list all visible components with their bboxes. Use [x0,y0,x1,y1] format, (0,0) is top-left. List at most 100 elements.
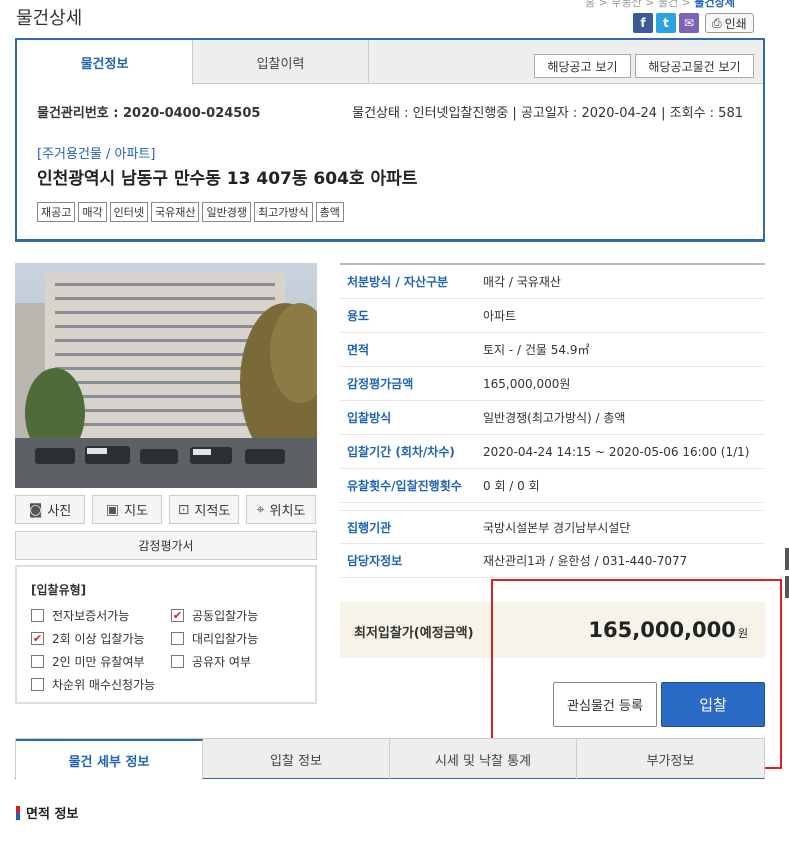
item-address: 인천광역시 남동구 만수동 13 407동 604호 아파트 [37,169,418,189]
detail-key: 담당자정보 [347,554,403,568]
notice-date: 공고일자 : 2020-04-24 [520,106,657,121]
detail-key: 처분방식 / 자산구분 [347,275,449,289]
breadcrumb-home[interactable]: 홈 [585,0,595,9]
min-bid-price: 165,000,000 원 [588,618,748,642]
location-map-button[interactable]: ⌖ 위치도 [246,495,316,524]
mail-icon[interactable]: ✉ [679,13,699,33]
checkbox [31,609,44,622]
printer-icon: ⎙ [712,15,722,30]
min-bid-price-value: 165,000,000 [588,618,736,642]
detail-value: 아파트 [483,309,517,323]
checkbox: ✔ [31,632,44,645]
map-button[interactable]: ▣ 지도 [92,495,162,524]
tab-price-stats[interactable]: 시세 및 낙찰 통계 [390,739,577,779]
camera-icon: ◙ [28,501,43,518]
tag: 국유재산 [151,202,200,222]
tag: 최고가방식 [253,202,313,222]
view-notice-button[interactable]: 해당공고 보기 [534,54,631,78]
appraisal-report-button[interactable]: 감정평가서 [15,531,317,560]
side-scroll-marks [785,548,789,604]
add-favorite-button[interactable]: 관심물건 등록 [553,682,657,727]
detail-row: 입찰방식 일반경쟁(최고가방식) / 총액 [340,401,765,435]
tab-extra-info[interactable]: 부가정보 [577,739,764,779]
cadastral-map-button[interactable]: ⊡ 지적도 [169,495,239,524]
min-bid-price-label: 최저입찰가(예정금액) [354,626,474,641]
section-title-label: 면적 정보 [26,807,79,822]
apartment-photo-illustration [15,263,317,488]
detail-key: 면적 [347,343,370,357]
bid-type-panel: [입찰유형] 전자보증서가능 ✔ 공동입찰가능 ✔ 2회 이상 입찰가능 대리입찰가… [15,565,317,704]
checkbox [31,678,44,691]
breadcrumb: 홈 > 부동산 > 물건 > 물건상세 [585,0,735,10]
detail-key: 입찰기간 (회차/차수) [347,445,455,459]
bid-type-options: 전자보증서가능 ✔ 공동입찰가능 ✔ 2회 이상 입찰가능 대리입찰가능 2인 미만… [31,607,301,693]
view-notice-items-button[interactable]: 해당공고물건 보기 [635,54,754,78]
detail-row: 유찰횟수/입찰진행횟수 0 회 / 0 회 [340,469,765,503]
twitter-icon[interactable]: t [656,13,676,33]
detail-row: 용도 아파트 [340,299,765,333]
detail-row: 면적 토지 - / 건물 54.9㎡ [340,333,765,367]
detail-tabs: 물건 세부 정보 입찰 정보 시세 및 낙찰 통계 부가정보 [15,738,765,780]
bid-option: 전자보증서가능 [31,607,171,624]
bid-option-label: 공유자 여부 [192,655,252,669]
detail-value: 매각 / 국유재산 [483,275,561,289]
photo-button[interactable]: ◙ 사진 [15,495,85,524]
bid-option: ✔ 2회 이상 입찰가능 [31,630,171,647]
side-mark [785,576,789,598]
tag: 재공고 [37,202,76,222]
min-bid-price-unit: 원 [737,627,748,640]
property-photo[interactable] [15,263,317,488]
location-button-label: 위치도 [269,504,306,519]
management-number: 물건관리번호 : 2020-0400-024505 [37,106,261,121]
item-info-box: 물건정보 입찰이력 해당공고 보기 해당공고물건 보기 물건관리번호 : 202… [15,38,765,242]
print-label: 인쇄 [724,16,747,31]
tag: 총액 [315,202,344,222]
checkbox [171,632,184,645]
detail-value: 165,000,000원 [483,377,571,391]
checkbox: ✔ [171,609,184,622]
bid-option: 2인 미만 유찰여부 [31,653,171,670]
breadcrumb-items[interactable]: 물건 [658,0,678,9]
item-detail-table: 처분방식 / 자산구분 매각 / 국유재산 용도 아파트 면적 토지 - / 건물 5… [340,263,765,578]
bid-option: 대리입찰가능 [171,630,311,647]
tab-item-info[interactable]: 물건정보 [17,40,193,85]
print-button[interactable]: ⎙ 인쇄 [705,13,754,33]
detail-row: 입찰기간 (회차/차수) 2020-04-24 14:15 ~ 2020-05-0… [340,435,765,469]
view-count: 조회수 : 581 [669,106,743,121]
tab-item-details[interactable]: 물건 세부 정보 [16,739,203,780]
breadcrumb-realestate[interactable]: 부동산 [611,0,641,9]
side-mark [785,548,789,570]
location-icon: ⌖ [256,501,265,518]
facebook-icon[interactable]: f [633,13,653,33]
section-marker-icon [16,805,20,820]
item-category: [주거용건물 / 아파트] [37,147,156,162]
bid-option-label: 차순위 매수신청가능 [52,678,156,692]
detail-value: 일반경쟁(최고가방식) / 총액 [483,411,626,425]
info-tabs: 물건정보 입찰이력 해당공고 보기 해당공고물건 보기 [17,40,763,85]
min-bid-price-box: 최저입찰가(예정금액) 165,000,000 원 [340,602,765,658]
bid-option-label: 2인 미만 유찰여부 [52,655,145,669]
cadastral-button-label: 지적도 [194,504,231,519]
detail-value: 0 회 / 0 회 [483,479,540,493]
detail-key: 입찰방식 [347,411,392,425]
detail-key: 유찰횟수/입찰진행횟수 [347,479,462,493]
item-meta: 물건상태 : 인터넷입찰진행중 | 공고일자 : 2020-04-24 | 조회… [352,106,743,121]
bid-option-label: 전자보증서가능 [52,609,130,623]
photo-buttons: ◙ 사진 ▣ 지도 ⊡ 지적도 ⌖ 위치도 [15,495,317,524]
bid-option: 차순위 매수신청가능 [31,676,171,693]
detail-row: 담당자정보 재산관리1과 / 윤한성 / 031-440-7077 [340,544,765,578]
tab-bid-info[interactable]: 입찰 정보 [203,739,390,779]
cadastral-icon: ⊡ [177,501,190,518]
photo-button-label: 사진 [47,504,72,519]
bid-button[interactable]: 입찰 [661,682,765,727]
tag: 매각 [78,202,107,222]
detail-value: 재산관리1과 / 윤한성 / 031-440-7077 [483,554,688,568]
detail-row: 집행기관 국방시설본부 경기남부시설단 [340,510,765,544]
bid-option-label: 2회 이상 입찰가능 [52,632,145,646]
bid-option: 공유자 여부 [171,653,311,670]
tab-bid-history[interactable]: 입찰이력 [193,40,369,84]
detail-key: 감정평가금액 [347,377,414,391]
checkbox [171,655,184,668]
tag: 일반경쟁 [202,202,251,222]
tag: 인터넷 [109,202,148,222]
